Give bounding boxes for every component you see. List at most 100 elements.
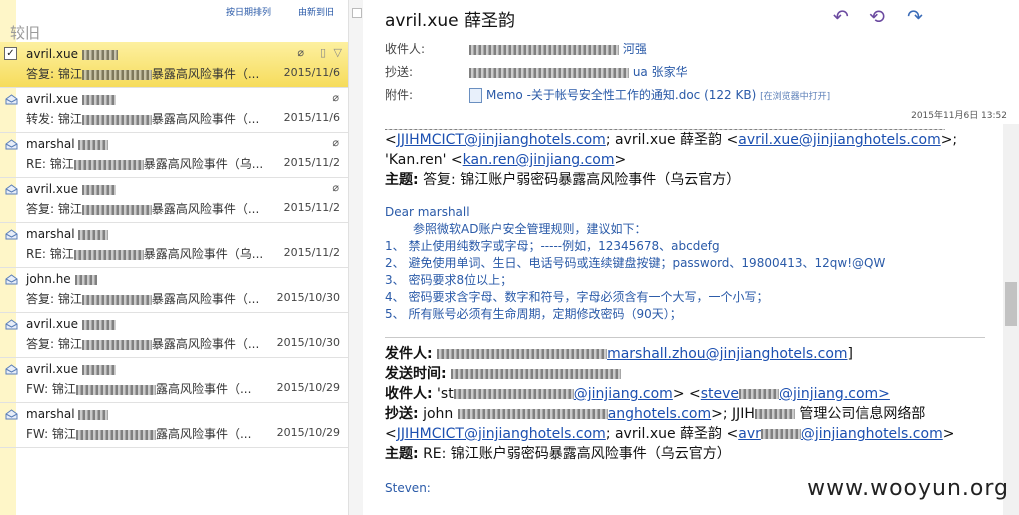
envelope-open-icon <box>5 229 18 240</box>
mail-date: 2015/11/2 <box>283 156 340 169</box>
mail-date: 2015/11/2 <box>283 201 340 214</box>
mail-list-item[interactable]: ✓ avril.xue 答复: 锦江 暴露高风险事件（... 2015/11/6 ⌀ ▯ ▽ <box>0 42 348 88</box>
mail-subject: FW: 锦江 露高风险事件（... <box>26 382 252 396</box>
mail-date: 2015/10/30 <box>276 336 340 349</box>
attachment-label: 附件: <box>385 88 414 102</box>
mail-date: 2015/11/6 <box>283 111 340 124</box>
attachment-row: 附件: Memo -关于帐号安全性工作的通知.doc (122 KB) [在浏览… <box>385 86 830 103</box>
mail-date: 2015/11/2 <box>283 246 340 259</box>
envelope-open-icon <box>5 184 18 195</box>
fwd-cc-line2: <JJIHMCICT@jinjianghotels.com; avril.xue… <box>385 426 955 442</box>
quoted-subject: 主题: 答复: 锦江账户弱密码暴露高风险事件（乌云官方） <box>385 172 741 188</box>
envelope-open-icon <box>5 139 18 150</box>
flag-icon[interactable]: ▽ <box>334 46 342 59</box>
sort-bar: 按日期排列 由新到旧 <box>0 0 362 22</box>
fwd-to-line: 收件人: 'st @jinjiang.com> <steve @jinjiang.c… <box>385 386 890 402</box>
reading-scroll-thumb[interactable] <box>1005 282 1017 326</box>
mail-subject: RE: 锦江 暴露高风险事件（乌... <box>26 157 264 171</box>
mail-list-item[interactable]: avril.xue 答复: 锦江 暴露高风险事件（... 2015/10/30 <box>0 312 348 358</box>
password-rule-item: 1、 禁止使用纯数字或字母；-----例如，12345678、abcdefg <box>385 239 720 253</box>
mail-from: avril.xue <box>26 92 116 106</box>
cc-label: 抄送: <box>385 65 414 79</box>
reply-all-icon[interactable]: ⟲ <box>869 6 885 28</box>
delete-icon[interactable]: ▯ <box>320 46 326 59</box>
intro-text: 参照微软AD账户安全管理规则，建议如下： <box>413 222 647 236</box>
attachment-file[interactable]: Memo -关于帐号安全性工作的通知.doc (122 KB) [在浏览器中打开… <box>469 86 830 103</box>
message-timestamp: 2015年11月6日 13:52 <box>911 111 1007 121</box>
reply-icon[interactable]: ↶ <box>833 6 849 28</box>
marshall-zhou-link[interactable]: marshall.zhou@jinjianghotels.com <box>607 346 847 362</box>
mail-list-item[interactable]: avril.xue 转发: 锦江 暴露高风险事件（... 2015/11/6 ⌀ <box>0 87 348 133</box>
mail-from: avril.xue <box>26 362 116 376</box>
mail-list-item[interactable]: avril.xue 答复: 锦江 暴露高风险事件（... 2015/11/2 ⌀ <box>0 177 348 223</box>
mail-subject: RE: 锦江 暴露高风险事件（乌... <box>26 247 264 261</box>
password-rule-item: 2、 避免使用单词、生日、电话号码或连续键盘按键；password、198004… <box>385 256 886 270</box>
quoted-to-line1: <JJIHMCICT@jinjianghotels.com; avril.xue… <box>385 132 958 148</box>
fwd-jjihmcict-link[interactable]: JJIHMCICT@jinjianghotels.com <box>397 426 606 442</box>
quoted-to-line2: 'Kan.ren' <kan.ren@jinjiang.com> <box>385 152 627 168</box>
mail-list-item[interactable]: john.he 答复: 锦江 暴露高风险事件（... 2015/10/30 <box>0 267 348 313</box>
envelope-open-icon <box>5 364 18 375</box>
jjihmcict-link[interactable]: JJIHMCICT@jinjianghotels.com <box>397 132 606 148</box>
fwd-to-link1[interactable]: @jinjiang.com <box>574 386 673 402</box>
password-rules-list: 1、 禁止使用纯数字或字母；-----例如，12345678、abcdefg 2、… <box>385 238 1007 323</box>
open-in-browser-link[interactable]: [在浏览器中打开] <box>760 92 830 102</box>
mail-from: avril.xue <box>26 182 116 196</box>
sort-order-button[interactable]: 由新到旧 <box>298 5 334 18</box>
fwd-cc-link[interactable]: anghotels.com <box>608 406 711 422</box>
fwd-from-line: 发件人: marshall.zhou@jinjianghotels.com] <box>385 346 853 362</box>
mail-from: marshal <box>26 227 109 241</box>
mail-subject: 答复: 锦江 暴露高风险事件（... <box>26 337 260 351</box>
avril-xue-link[interactable]: avril.xue@jinjianghotels.com <box>738 132 940 148</box>
mail-date: 2015/11/6 <box>283 66 340 79</box>
mail-from: avril.xue <box>26 317 116 331</box>
watermark: www.wooyun.org <box>807 476 1009 501</box>
paperclip-icon: ⌀ <box>332 91 339 104</box>
cc-value[interactable]: ua 张家华 <box>469 63 688 80</box>
forward-separator <box>385 337 985 338</box>
mail-list-item[interactable]: marshal RE: 锦江 暴露高风险事件（乌... 2015/11/2 <box>0 222 348 268</box>
mail-list-item[interactable]: marshal RE: 锦江 暴露高风险事件（乌... 2015/11/2 ⌀ <box>0 132 348 178</box>
word-document-icon <box>469 88 482 103</box>
fwd-subject-line: 主题: RE: 锦江账户弱密码暴露高风险事件（乌云官方） <box>385 446 731 462</box>
mail-list-item[interactable]: marshal FW: 锦江 露高风险事件（... 2015/10/29 <box>0 402 348 448</box>
paperclip-icon: ⌀ <box>332 136 339 149</box>
to-label: 收件人: <box>385 42 426 56</box>
kan-ren-link[interactable]: kan.ren@jinjiang.com <box>463 152 615 168</box>
message-list-pane: 按日期排列 由新到旧 较旧 ✓ avril.xue 答复: 锦江 暴露高风险事件（.… <box>0 0 363 515</box>
to-value[interactable]: 河强 <box>469 40 647 57</box>
mail-date: 2015/10/30 <box>276 291 340 304</box>
checkbox-icon[interactable]: ✓ <box>4 47 17 60</box>
list-scrollbar[interactable] <box>348 0 363 515</box>
mail-date: 2015/10/29 <box>276 426 340 439</box>
paperclip-icon: ⌀ <box>297 46 304 59</box>
mail-from: marshal <box>26 407 109 421</box>
envelope-open-icon <box>5 319 18 330</box>
fwd-avril-link[interactable]: avr @jinjianghotels.com <box>738 426 942 442</box>
mail-subject: 答复: 锦江 暴露高风险事件（... <box>26 292 260 306</box>
envelope-open-icon <box>5 409 18 420</box>
sort-by-date-button[interactable]: 按日期排列 <box>226 5 271 18</box>
mail-from: avril.xue <box>26 47 118 61</box>
message-sender-title: avril.xue 薛圣韵 <box>385 11 516 31</box>
mail-subject: 转发: 锦江 暴露高风险事件（... <box>26 112 260 126</box>
paperclip-icon: ⌀ <box>332 181 339 194</box>
mail-from: john.he <box>26 272 97 286</box>
password-rule-item: 4、 密码要求含字母、数字和符号，字母必须含有一个大写，一个小写； <box>385 290 769 304</box>
fwd-to-link2[interactable]: steve @jinjiang.com> <box>701 386 890 402</box>
reading-scrollbar[interactable] <box>1003 124 1019 515</box>
forward-icon[interactable]: ↷ <box>907 6 923 28</box>
group-header-older[interactable]: 较旧 <box>10 22 40 43</box>
mail-from: marshal <box>26 137 109 151</box>
greeting: Dear marshall <box>385 205 470 219</box>
mail-list-item[interactable]: avril.xue FW: 锦江 露高风险事件（... 2015/10/29 <box>0 357 348 403</box>
mail-subject: FW: 锦江 露高风险事件（... <box>26 427 252 441</box>
message-body: <JJIHMCICT@jinjianghotels.com; avril.xue… <box>385 124 1007 515</box>
mail-date: 2015/10/29 <box>276 381 340 394</box>
mail-subject: 答复: 锦江 暴露高风险事件（... <box>26 67 260 81</box>
to-row: 收件人: 河强 <box>385 40 647 57</box>
fwd-cc-line: 抄送: john anghotels.com>; JJIH 管理公司信息网络部 <box>385 406 926 422</box>
list-scroll-up-arrow[interactable] <box>352 8 362 18</box>
envelope-open-icon <box>5 274 18 285</box>
password-rule-item: 5、 所有账号必须有生命周期，定期修改密码（90天）； <box>385 307 682 321</box>
